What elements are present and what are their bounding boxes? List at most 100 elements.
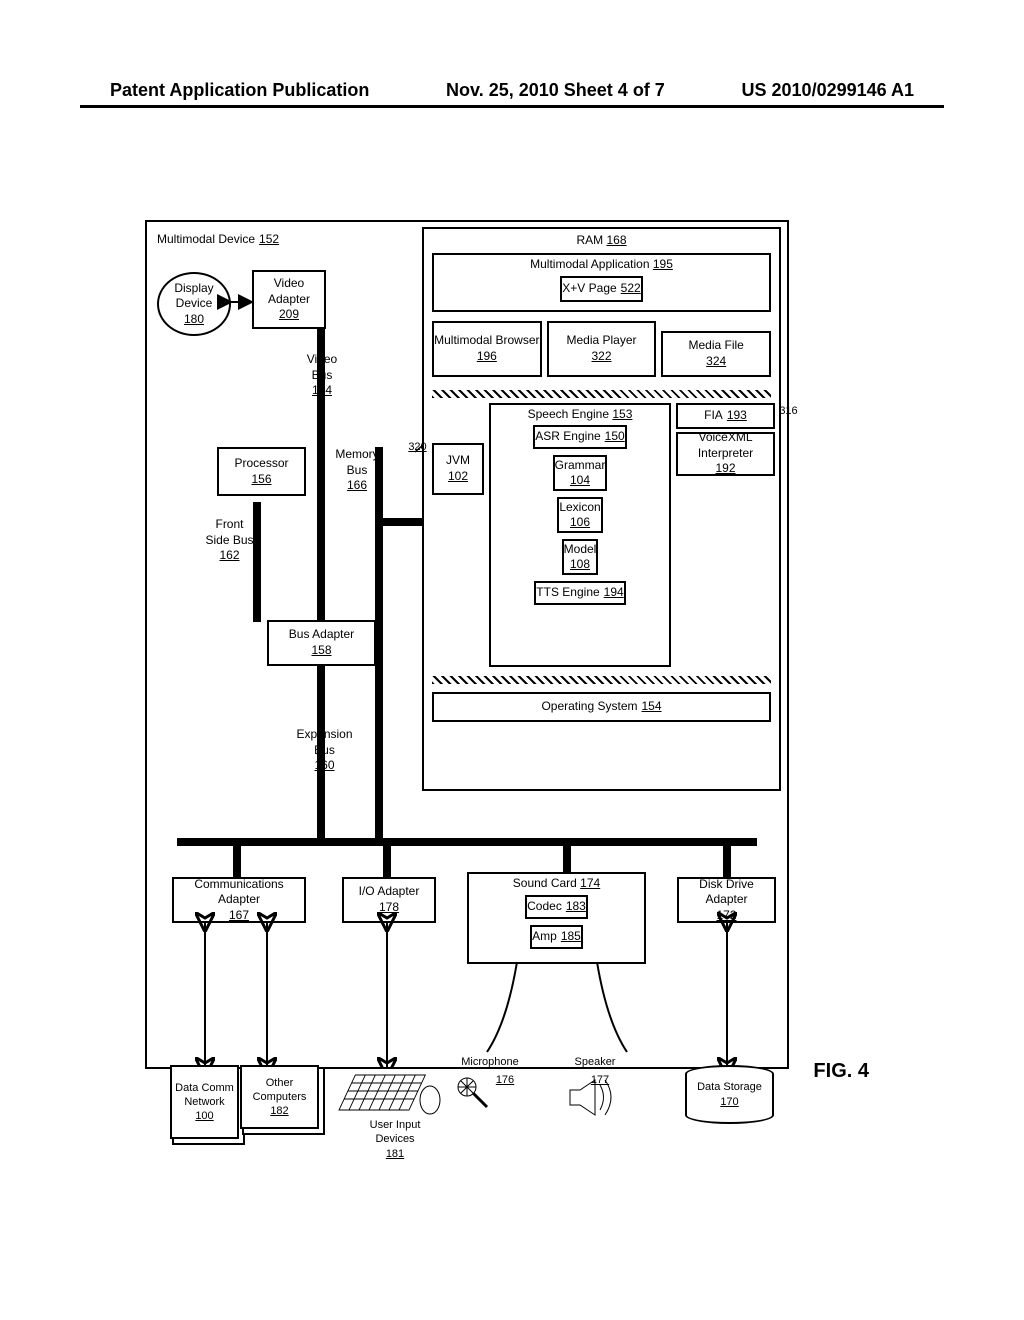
fsb-ref: 162	[219, 548, 239, 564]
jvm: JVM102	[432, 443, 484, 495]
mplayer-ref: 322	[591, 349, 611, 365]
ram-ref: 168	[606, 233, 626, 247]
disk-ref: 172	[716, 908, 736, 924]
grammar-label: Grammar	[555, 458, 606, 474]
fia-ref: 193	[727, 408, 747, 424]
ebus-label: Expansion Bus	[287, 727, 362, 758]
dcn-ref: 100	[195, 1109, 213, 1123]
os-label: Operating System	[541, 699, 637, 715]
bus-adapter: Bus Adapter158	[267, 620, 376, 666]
proc-ref: 156	[251, 472, 271, 488]
memory-bus: Memory Bus166	[327, 447, 387, 494]
xvpage-label: X+V Page	[562, 281, 616, 297]
microphone-label: Microphone	[450, 1055, 530, 1069]
operating-system: Operating System 154	[432, 692, 771, 722]
mic-ref: 176	[496, 1073, 514, 1087]
mbus-label: Memory Bus	[327, 447, 387, 478]
header-left: Patent Application Publication	[110, 80, 369, 101]
device-ref: 152	[259, 232, 279, 248]
header-center: Nov. 25, 2010 Sheet 4 of 7	[446, 80, 665, 101]
grammar: Grammar104	[553, 455, 608, 491]
ram-block: RAM 168 Multimodal Application 195 X+V P…	[422, 227, 781, 791]
tts-ref: 194	[604, 585, 624, 601]
mic-ref-box: 176	[490, 1073, 520, 1087]
io-ref: 178	[379, 900, 399, 916]
speech-ref: 153	[612, 407, 632, 421]
speaker-ref: 177	[591, 1073, 609, 1087]
os-ref: 154	[642, 699, 662, 715]
user-input-devices: User Input Devices181	[350, 1118, 440, 1161]
mbrowser-ref: 196	[477, 349, 497, 365]
storage-label: Data Storage	[697, 1080, 762, 1094]
codec: Codec183	[525, 895, 588, 919]
callout-316-text: 316	[779, 404, 797, 418]
xv-page: X+V Page 522	[560, 276, 642, 302]
page-header: Patent Application Publication Nov. 25, …	[0, 80, 1024, 101]
speaker-label-text: Speaker	[575, 1055, 616, 1069]
uinput-ref: 181	[386, 1147, 404, 1161]
ebus-ref: 160	[314, 758, 334, 774]
fia: FIA193	[676, 403, 775, 429]
device-label: Multimodal Device	[157, 232, 255, 248]
model-ref: 108	[570, 557, 590, 573]
model: Model108	[562, 539, 599, 575]
display-ref: 180	[184, 312, 204, 328]
mapp-ref: 195	[653, 257, 673, 271]
model-label: Model	[564, 542, 597, 558]
video-adapter: Video Adapter 209	[252, 270, 326, 329]
lexicon-label: Lexicon	[559, 500, 600, 516]
disk-label: Disk Drive Adapter	[679, 877, 774, 908]
hatch-top	[432, 390, 771, 398]
speaker-ref-box: 177	[585, 1073, 615, 1087]
comm-ref: 167	[229, 908, 249, 924]
amp: Amp185	[530, 925, 583, 949]
front-side-bus: Front Side Bus162	[202, 517, 257, 564]
other-label: Other Computers	[242, 1076, 317, 1105]
proc-label: Processor	[234, 456, 288, 472]
amp-ref: 185	[561, 929, 581, 945]
other-ref: 182	[270, 1104, 288, 1118]
vxml-ref: 192	[715, 461, 735, 477]
keyboard-mouse-icon	[335, 1065, 445, 1125]
lexicon: Lexicon106	[557, 497, 602, 533]
data-comm-network: Data Comm Network100	[170, 1065, 239, 1139]
io-label: I/O Adapter	[359, 884, 420, 900]
communications-adapter: Communications Adapter167	[172, 877, 306, 923]
storage-ref: 170	[720, 1095, 738, 1109]
lexicon-ref: 106	[570, 515, 590, 531]
vxml-interpreter: VoiceXML Interpreter192	[676, 432, 775, 476]
mbus-ref: 166	[347, 478, 367, 494]
codec-label: Codec	[527, 899, 562, 915]
vbus-ref: 164	[312, 383, 332, 399]
vbus-label: Video Bus	[297, 352, 347, 383]
callout-320-text: 320	[408, 440, 426, 454]
expansion-bus: Expansion Bus160	[287, 727, 362, 774]
multimodal-browser: Multimodal Browser196	[432, 321, 542, 377]
hatch-bottom	[432, 676, 771, 684]
xvpage-ref: 522	[621, 281, 641, 297]
asr-ref: 150	[605, 429, 625, 445]
other-computers: Other Computers182	[240, 1065, 319, 1129]
sound-label: Sound Card	[513, 876, 577, 890]
display-device: Display Device 180	[157, 272, 231, 336]
codec-ref: 183	[566, 899, 586, 915]
tts-engine: TTS Engine194	[534, 581, 625, 605]
multimodal-app: Multimodal Application 195 X+V Page522	[432, 253, 771, 312]
amp-label: Amp	[532, 929, 557, 945]
jvm-ref: 102	[448, 469, 468, 485]
mfile-ref: 324	[706, 354, 726, 370]
header-rule	[80, 105, 944, 108]
microphone-icon	[455, 1075, 495, 1115]
sound-ref: 174	[580, 876, 600, 890]
asr-label: ASR Engine	[535, 429, 600, 445]
processor: Processor156	[217, 447, 306, 496]
media-file: Media File324	[661, 331, 771, 377]
speech-label: Speech Engine	[528, 407, 609, 421]
device-title: Multimodal Device 152	[157, 232, 327, 248]
external-devices: Data Comm Network100 Other Computers182 …	[145, 1070, 785, 1155]
fia-label: FIA	[704, 408, 723, 424]
mfile-label: Media File	[689, 338, 744, 354]
badapter-label: Bus Adapter	[289, 627, 354, 643]
header-right: US 2010/0299146 A1	[742, 80, 914, 101]
architecture-diagram: Multimodal Device 152 Display Device 180…	[145, 220, 789, 1069]
